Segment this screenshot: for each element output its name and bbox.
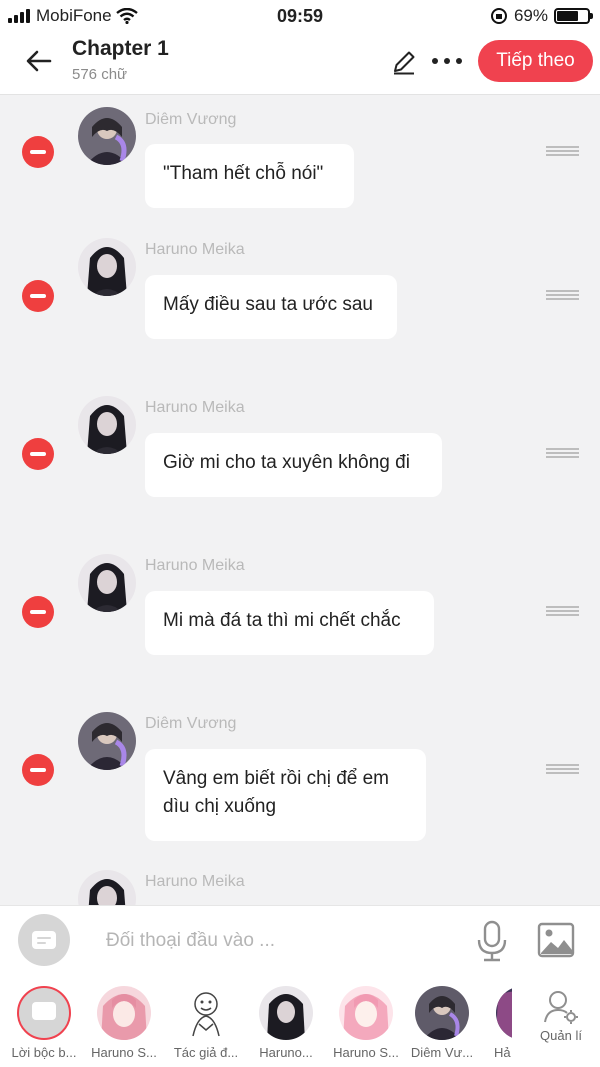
avatar[interactable] xyxy=(78,712,136,770)
manage-label: Quản lí xyxy=(540,1028,582,1043)
author-name: Haruno Meika xyxy=(145,241,245,258)
delete-icon[interactable] xyxy=(22,136,54,168)
more-options-icon[interactable] xyxy=(432,58,462,64)
delete-icon[interactable] xyxy=(22,438,54,470)
delete-icon[interactable] xyxy=(22,280,54,312)
drag-handle-icon[interactable] xyxy=(546,606,579,618)
edit-pencil-icon[interactable] xyxy=(390,48,418,76)
message-line: dìu chị xuống xyxy=(163,796,277,817)
character-label: Haruno S... xyxy=(91,1045,157,1060)
back-arrow-icon[interactable] xyxy=(22,44,56,78)
avatar xyxy=(97,986,151,1040)
message-bubble[interactable]: Mấy điều sau ta ước sau xyxy=(145,275,397,339)
author-name: Haruno Meika xyxy=(145,873,245,890)
character-item[interactable]: Tác giả đ... xyxy=(166,986,246,1060)
character-item[interactable]: Haruno S... xyxy=(84,986,164,1060)
drag-handle-icon[interactable] xyxy=(546,290,579,302)
word-count: 576 chữ xyxy=(72,66,128,83)
battery-fill xyxy=(557,11,578,21)
author-name: Diêm Vương xyxy=(145,111,237,128)
drag-handle-icon[interactable] xyxy=(546,764,579,776)
user-settings-icon xyxy=(544,991,578,1024)
orientation-lock-icon xyxy=(490,8,507,24)
narration-toggle-button[interactable] xyxy=(18,914,70,966)
battery-icon xyxy=(554,8,593,24)
character-item[interactable]: Haruno S... xyxy=(326,986,406,1060)
message-bubble[interactable]: "Tham hết chỗ nói" xyxy=(145,144,354,208)
avatar[interactable] xyxy=(78,107,136,165)
drag-handle-icon[interactable] xyxy=(546,448,579,460)
character-bar: Lời bộc b... Haruno S... Tác giả đ... Ha… xyxy=(0,974,600,1067)
avatar[interactable] xyxy=(78,870,136,905)
author-name: Diêm Vương xyxy=(145,715,237,732)
image-icon[interactable] xyxy=(537,922,575,958)
chat-bubble-icon xyxy=(32,1002,56,1020)
avatar xyxy=(179,986,233,1040)
avatar[interactable] xyxy=(78,238,136,296)
avatar[interactable] xyxy=(78,396,136,454)
microphone-icon[interactable] xyxy=(474,920,510,962)
author-name: Haruno Meika xyxy=(145,557,245,574)
avatar xyxy=(259,986,313,1040)
character-label: Tác giả đ... xyxy=(173,1045,239,1060)
character-label: Haruno S... xyxy=(333,1045,399,1060)
status-right: 69% xyxy=(490,6,593,26)
author-name: Haruno Meika xyxy=(145,399,245,416)
status-bar: MobiFone 09:59 69% xyxy=(0,0,600,32)
battery-percent: 69% xyxy=(513,6,548,25)
avatar[interactable] xyxy=(78,554,136,612)
avatar xyxy=(496,986,512,1040)
message-bubble[interactable]: Giờ mi cho ta xuyên không đi xyxy=(145,433,442,497)
delete-icon[interactable] xyxy=(22,754,54,786)
dialogue-list: Diêm Vương "Tham hết chỗ nói" Haruno Mei… xyxy=(0,95,600,905)
character-label: Lời bộc b... xyxy=(11,1045,77,1060)
next-button[interactable]: Tiếp theo xyxy=(478,40,593,82)
message-bubble[interactable]: Mi mà đá ta thì mi chết chắc xyxy=(145,591,434,655)
character-item[interactable]: Haruno... xyxy=(246,986,326,1060)
drag-handle-icon[interactable] xyxy=(546,146,579,158)
character-label: Haruno... xyxy=(259,1045,313,1060)
manage-characters-button[interactable]: Quản lí xyxy=(536,990,586,1043)
avatar xyxy=(17,986,71,1040)
message-bubble[interactable]: Vâng em biết rồi chị để em dìu chị xuống xyxy=(145,749,426,841)
page-title: Chapter 1 xyxy=(72,37,169,60)
character-narration[interactable]: Lời bộc b... xyxy=(4,986,84,1060)
character-label: Hả xyxy=(494,1045,511,1060)
avatar xyxy=(415,986,469,1040)
dialogue-input[interactable] xyxy=(104,924,448,958)
chat-bubble-icon xyxy=(32,931,56,949)
delete-icon[interactable] xyxy=(22,596,54,628)
avatar xyxy=(339,986,393,1040)
message-line: Vâng em biết rồi chị để em xyxy=(163,768,390,789)
input-bar xyxy=(0,905,600,975)
character-item[interactable]: Hả xyxy=(468,986,512,1060)
chapter-header: Chapter 1 576 chữ Tiếp theo xyxy=(0,32,600,95)
